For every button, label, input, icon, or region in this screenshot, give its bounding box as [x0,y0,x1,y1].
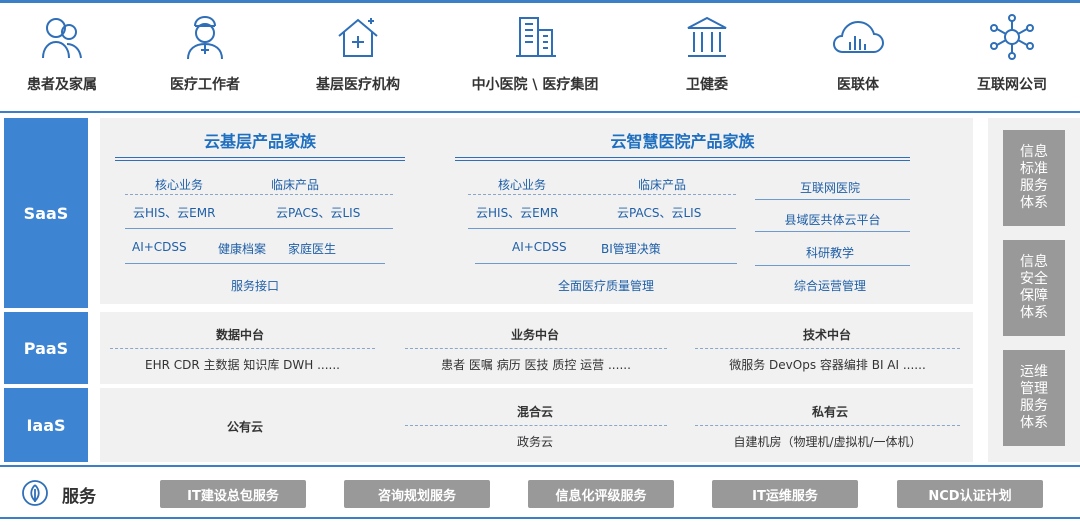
service-consulting-planning[interactable]: 咨询规划服务 [344,480,490,508]
audience-label: 医联体 [837,77,879,93]
hospital-rule-1 [468,228,736,229]
layer-saas-label: SaaS [4,118,88,308]
hospital-clinical-items: 云PACS、云LIS [617,206,702,220]
service-informatization-rating[interactable]: 信息化评级服务 [528,480,674,508]
service-ncd-certification[interactable]: NCD认证计划 [897,480,1043,508]
side-ops-management: 运维 管理 服务 体系 [1003,350,1065,446]
divider-footer [0,517,1080,519]
paas-tech-title: 技术中台 [802,328,851,342]
operations-management: 综合运营管理 [793,279,866,293]
divider-bottom [0,465,1080,467]
paas-tech-dash [695,348,960,349]
clinic-house-icon [338,18,378,57]
audience-primary-care: 基层医疗机构 [288,14,428,94]
basic-service-api: 服务接口 [230,279,279,293]
service-it-construction[interactable]: IT建设总包服务 [160,480,306,508]
services-label: 服务 [62,487,96,507]
family-basic-title: 云基层产品家族 [203,132,316,151]
basic-rule-2 [125,263,385,264]
county-cloud-platform: 县域医共体云平台 [784,213,881,227]
top-rule [0,0,1080,3]
audience-hospitals: 中小医院 \ 医疗集团 [455,14,615,94]
paas-business-items: 患者 医嘱 病历 医技 质控 运营 ...... [441,358,631,372]
hospital-right-rule-1 [755,199,910,200]
basic-rule-1 [125,228,393,229]
iaas-public-cloud: 公有云 [226,420,263,434]
hospital-ai-cdss: AI+CDSS [512,240,567,254]
basic-health-records: 健康档案 [218,242,267,256]
hospital-rule-2 [475,263,737,264]
hospital-clinical-heading: 临床产品 [638,178,687,192]
audience-medical-alliance: 医联体 [788,14,928,94]
paas-data-items: EHR CDR 主数据 知识库 DWH ...... [145,358,340,372]
basic-clinical-items: 云PACS、云LIS [276,206,361,220]
iaas-hybrid-dash [405,425,667,426]
paas-business-dash [405,348,667,349]
government-building-icon [687,16,727,57]
hospital-bi-decision: BI管理决策 [601,242,661,256]
layer-paas-label: PaaS [4,312,88,384]
audience-internet-companies: 互联网公司 [942,14,1080,94]
basic-ai-cdss: AI+CDSS [132,240,187,254]
side-info-standards: 信息 标准 服务 体系 [1003,130,1065,226]
audience-health-commission: 卫健委 [637,14,777,94]
internet-hospital: 互联网医院 [799,181,860,195]
family-basic-rule [115,157,405,161]
paas-data-dash [110,348,375,349]
side-info-security: 信息 安全 保障 体系 [1003,240,1065,336]
research-teaching: 科研教学 [805,246,854,260]
basic-family-doctor: 家庭医生 [288,242,337,256]
divider-top [0,111,1080,113]
audience-medical-workers: 医疗工作者 [135,14,275,94]
paas-data-title: 数据中台 [215,328,264,342]
iaas-gov-cloud: 政务云 [516,435,553,449]
service-it-operations[interactable]: IT运维服务 [712,480,858,508]
hospital-core-items: 云HIS、云EMR [476,206,559,220]
audience-label: 医疗工作者 [170,77,240,93]
basic-clinical-heading: 临床产品 [271,178,320,192]
audience-label: 中小医院 \ 医疗集团 [471,77,599,93]
audience-label: 患者及家属 [27,77,97,93]
audience-label: 互联网公司 [977,77,1047,93]
audience-patients: 患者及家属 [0,14,132,94]
hospital-building-icon [516,17,556,57]
hospital-dash-1 [468,194,736,195]
iaas-private-dash [695,425,960,426]
iaas-private-items: 自建机房（物理机/虚拟机/一体机） [733,435,922,449]
hospital-right-rule-3 [755,265,910,266]
hospital-right-rule-2 [755,231,910,232]
basic-core-items: 云HIS、云EMR [133,206,216,220]
basic-dash-1 [125,194,393,195]
iaas-private-cloud: 私有云 [811,405,848,419]
basic-core-heading: 核心业务 [155,178,204,192]
audience-label: 卫健委 [686,77,728,93]
hospital-quality-management: 全面医疗质量管理 [557,279,654,293]
layer-iaas-label: IaaS [4,388,88,462]
paas-tech-items: 微服务 DevOps 容器编排 BI AI ...... [729,358,926,372]
hospital-core-heading: 核心业务 [498,178,547,192]
doctor-icon [187,15,223,60]
family-smart-hospital-rule [455,157,910,161]
leaf-icon [22,479,48,511]
patients-family-icon [42,18,82,59]
audience-label: 基层医疗机构 [316,77,400,93]
network-node-icon [990,14,1034,60]
paas-business-title: 业务中台 [510,328,559,342]
iaas-hybrid-cloud: 混合云 [516,405,553,419]
cloud-data-icon [832,20,885,53]
family-smart-hospital-title: 云智慧医院产品家族 [610,132,755,151]
